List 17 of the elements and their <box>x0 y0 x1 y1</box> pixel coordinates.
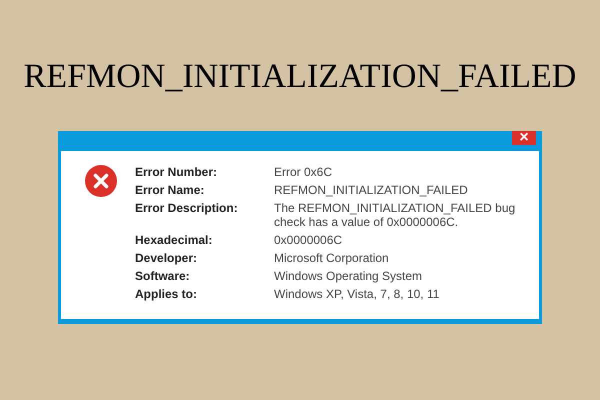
field-value: REFMON_INITIALIZATION_FAILED <box>274 183 469 197</box>
field-value: Microsoft Corporation <box>274 251 390 265</box>
field-label: Applies to: <box>135 287 198 301</box>
field-value: Windows XP, Vista, 7, 8, 10, 11 <box>274 287 440 301</box>
field-label: Software: <box>135 269 191 283</box>
field-value: 0x0000006C <box>274 233 344 247</box>
field-label: Error Number: <box>135 165 218 179</box>
field-value: Windows Operating System <box>274 269 424 283</box>
field-value: The REFMON_INITIALIZATION_FAILED bug check has a value of 0x0000006C. <box>274 201 516 229</box>
close-button[interactable]: × <box>512 131 536 145</box>
field-label: Error Name: <box>135 183 206 197</box>
error-icon <box>85 165 117 197</box>
field-label: Developer: <box>135 251 198 265</box>
field-label: Error Description: <box>135 201 239 217</box>
field-label: Hexadecimal: <box>135 233 214 247</box>
headline: REFMON_INITIALIZATION_FAILED <box>24 57 576 97</box>
field-value: Error 0x6C <box>274 165 334 179</box>
